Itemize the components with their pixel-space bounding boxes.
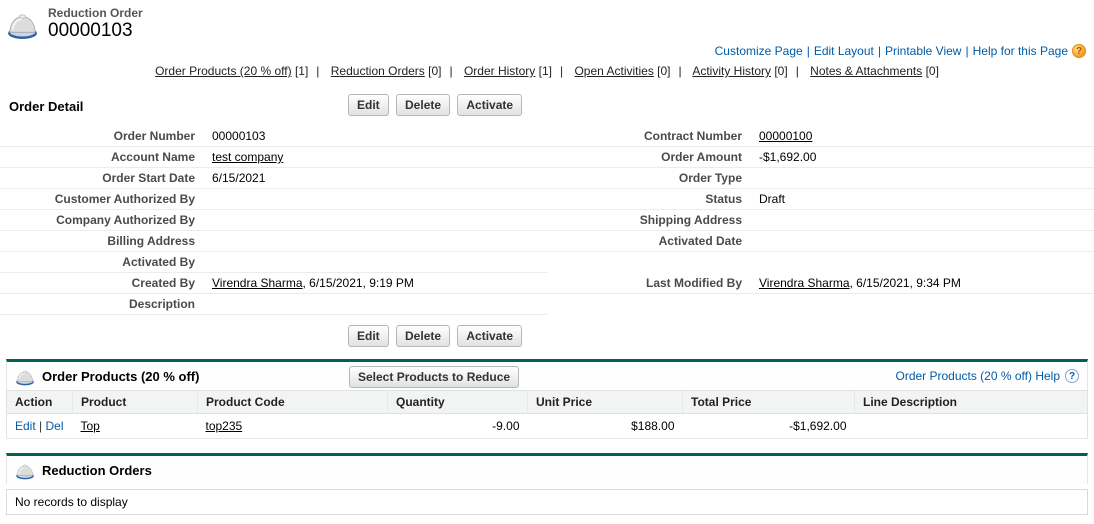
- quicklink-separator: |: [449, 64, 453, 78]
- page-title: 00000103: [48, 20, 133, 41]
- status-value: Draft: [759, 192, 786, 206]
- quicklink-open-activities[interactable]: Open Activities [0]: [574, 64, 670, 78]
- link-separator: |: [965, 44, 969, 58]
- field-company-authorized-by: Company Authorized By: [0, 210, 547, 231]
- order-products-bell-icon: [16, 370, 34, 386]
- last-modified-by-user-link[interactable]: Virendra Sharma: [759, 276, 850, 290]
- help-icon[interactable]: ?: [1072, 44, 1086, 58]
- column-product: Product: [72, 390, 198, 414]
- quicklink-order-history[interactable]: Order History [1]: [464, 64, 552, 78]
- quicklink-order-products[interactable]: Order Products (20 % off) [1]: [155, 64, 308, 78]
- quicklink-separator: |: [795, 64, 799, 78]
- field-spacer: [547, 294, 1094, 315]
- page-header: Reduction Order 00000103: [0, 0, 1094, 41]
- field-status: Status Draft: [547, 189, 1094, 210]
- column-action: Action: [6, 390, 73, 414]
- order-products-table: Action Product Product Code Quantity Uni…: [6, 390, 1088, 439]
- field-order-type: Order Type: [547, 168, 1094, 189]
- field-order-amount: Order Amount -$1,692.00: [547, 147, 1094, 168]
- field-shipping-address: Shipping Address: [547, 210, 1094, 231]
- contract-number-link[interactable]: 00000100: [742, 129, 812, 143]
- order-products-help-link[interactable]: Order Products (20 % off) Help: [895, 369, 1060, 383]
- row-edit-link[interactable]: Edit: [15, 419, 36, 433]
- field-created-by: Created By Virendra Sharma, 6/15/2021, 9…: [0, 273, 547, 294]
- order-products-section: Order Products (20 % off) Select Product…: [6, 359, 1088, 439]
- quicklink-separator: |: [316, 64, 320, 78]
- order-detail-header: Order Detail Edit Delete Activate: [0, 94, 1094, 118]
- link-separator: |: [806, 44, 810, 58]
- column-total-price: Total Price: [682, 390, 855, 414]
- field-activated-date: Activated Date: [547, 231, 1094, 252]
- link-separator: |: [877, 44, 881, 58]
- line-description-value: [854, 413, 1088, 439]
- activate-button[interactable]: Activate: [457, 325, 523, 347]
- field-account-name: Account Name test company: [0, 147, 547, 168]
- product-link[interactable]: Top: [81, 419, 100, 433]
- column-product-code: Product Code: [197, 390, 388, 414]
- column-unit-price: Unit Price: [527, 390, 683, 414]
- page-action-links: Customize Page | Edit Layout | Printable…: [715, 44, 1086, 58]
- unit-price-value: $188.00: [527, 413, 683, 439]
- no-records-message: No records to display: [6, 489, 1088, 515]
- printable-view-link[interactable]: Printable View: [885, 44, 962, 58]
- detail-left-column: Order Number 00000103 Account Name test …: [0, 126, 547, 315]
- account-name-link[interactable]: test company: [195, 150, 283, 164]
- field-spacer: [547, 252, 1094, 273]
- edit-button[interactable]: Edit: [348, 94, 389, 116]
- total-price-value: -$1,692.00: [682, 413, 855, 439]
- reduction-orders-bell-icon: [16, 464, 34, 480]
- field-description: Description: [0, 294, 547, 315]
- created-by-user-link[interactable]: Virendra Sharma: [212, 276, 303, 290]
- field-last-modified-by: Last Modified By Virendra Sharma, 6/15/2…: [547, 273, 1094, 294]
- field-contract-number: Contract Number 00000100: [547, 126, 1094, 147]
- reduction-orders-section: Reduction Orders No records to display: [6, 453, 1088, 515]
- detail-right-column: Contract Number 00000100 Order Amount -$…: [547, 126, 1094, 315]
- field-order-start-date: Order Start Date 6/15/2021: [0, 168, 547, 189]
- select-products-to-reduce-button[interactable]: Select Products to Reduce: [349, 366, 520, 388]
- detail-buttons-top: Edit Delete Activate: [348, 94, 526, 116]
- reduction-orders-header: Reduction Orders: [6, 453, 1088, 484]
- activate-button[interactable]: Activate: [457, 94, 523, 116]
- quicklink-separator: |: [678, 64, 682, 78]
- edit-button[interactable]: Edit: [348, 325, 389, 347]
- reduction-orders-title: Reduction Orders: [42, 462, 152, 478]
- order-detail-title: Order Detail: [9, 99, 84, 114]
- order-products-header: Order Products (20 % off) Select Product…: [6, 359, 1088, 390]
- quicklink-notes-attachments[interactable]: Notes & Attachments [0]: [810, 64, 939, 78]
- row-del-link[interactable]: Del: [46, 419, 64, 433]
- order-products-title: Order Products (20 % off): [42, 368, 200, 384]
- quicklink-reduction-orders[interactable]: Reduction Orders [0]: [331, 64, 442, 78]
- field-activated-by: Activated By: [0, 252, 547, 273]
- quicklink-activity-history[interactable]: Activity History [0]: [692, 64, 787, 78]
- detail-buttons-bottom: Edit Delete Activate: [348, 325, 1094, 347]
- field-billing-address: Billing Address: [0, 231, 547, 252]
- order-products-help-icon[interactable]: ?: [1065, 369, 1079, 383]
- table-row: Edit | Del Top top235 -9.00 $188.00 -$1,…: [6, 413, 1088, 439]
- product-code-link[interactable]: top235: [206, 419, 243, 433]
- customize-page-link[interactable]: Customize Page: [715, 44, 803, 58]
- delete-button[interactable]: Delete: [396, 94, 451, 116]
- quantity-value: -9.00: [387, 413, 528, 439]
- related-list-quicklinks: Order Products (20 % off) [1] | Reduction…: [0, 64, 1094, 78]
- order-detail-grid: Order Number 00000103 Account Name test …: [0, 126, 1094, 315]
- delete-button[interactable]: Delete: [396, 325, 451, 347]
- field-order-number: Order Number 00000103: [0, 126, 547, 147]
- field-customer-authorized-by: Customer Authorized By: [0, 189, 547, 210]
- entity-type-label: Reduction Order: [48, 6, 143, 20]
- table-header-row: Action Product Product Code Quantity Uni…: [6, 390, 1088, 414]
- row-actions: Edit | Del: [6, 413, 73, 439]
- help-for-page-link[interactable]: Help for this Page: [973, 44, 1068, 58]
- column-quantity: Quantity: [387, 390, 528, 414]
- quicklink-separator: |: [559, 64, 564, 78]
- edit-layout-link[interactable]: Edit Layout: [814, 44, 874, 58]
- column-line-description: Line Description: [854, 390, 1088, 414]
- reduction-order-bell-icon: [8, 14, 37, 39]
